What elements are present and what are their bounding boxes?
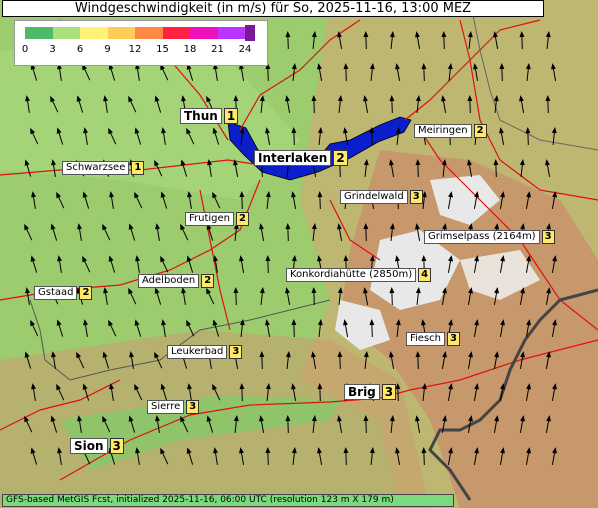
- place-name: Konkordiahütte (2850m): [286, 268, 417, 282]
- place-label: Sion 3: [70, 438, 124, 454]
- place-name: Adelboden: [138, 274, 200, 288]
- place-wind-value: 3: [381, 384, 397, 400]
- place-name: Leukerbad: [167, 345, 228, 359]
- place-name: Fiesch: [406, 332, 446, 346]
- legend-color-segment: [52, 27, 80, 39]
- terrain: [0, 0, 598, 508]
- place-name: Sierre: [147, 400, 185, 414]
- legend-color-segment: [190, 27, 218, 39]
- legend-tick-label: 15: [156, 44, 169, 55]
- legend-tick-label: 21: [211, 44, 224, 55]
- legend-tick-label: 3: [49, 44, 56, 55]
- place-wind-value: 2: [201, 274, 215, 288]
- legend-color-segment: [135, 27, 163, 39]
- legend-color-segment: [107, 27, 135, 39]
- place-name: Schwarzsee: [62, 161, 130, 175]
- place-label: Adelboden 2: [138, 274, 215, 288]
- place-name: Grimselpass (2164m): [424, 230, 540, 244]
- place-wind-value: 2: [473, 124, 487, 138]
- place-label: Interlaken 2: [254, 150, 348, 166]
- legend-color-segment: [25, 27, 53, 39]
- place-wind-value: 1: [223, 108, 239, 124]
- place-name: Thun: [180, 108, 222, 124]
- place-name: Interlaken: [254, 150, 332, 166]
- legend-tick-label: 12: [128, 44, 142, 55]
- legend-tick-label: 6: [76, 44, 84, 55]
- wind-map[interactable]: [0, 0, 598, 508]
- place-label: Konkordiahütte (2850m) 4: [286, 268, 432, 282]
- place-label: Frutigen 2: [185, 212, 249, 226]
- place-label: Meiringen 2: [414, 124, 487, 138]
- place-label: Fiesch 3: [406, 332, 460, 346]
- place-name: Gstaad: [34, 286, 78, 300]
- place-wind-value: 2: [236, 212, 249, 226]
- place-label: Schwarzsee 1: [62, 161, 145, 175]
- place-label: Brig 3: [344, 384, 397, 400]
- place-name: Sion: [70, 438, 108, 454]
- place-label: Gstaad 2: [34, 286, 93, 300]
- legend-tick-label: 9: [104, 44, 111, 55]
- place-wind-value: 3: [447, 332, 460, 346]
- place-name: Meiringen: [414, 124, 472, 138]
- legend-color-segment: [217, 27, 245, 39]
- legend-tick-label: 18: [183, 44, 197, 55]
- wind-speed-legend: 0 3 6 9 12 15 18 21 24: [14, 20, 268, 66]
- place-wind-value: 2: [333, 150, 348, 166]
- legend-tick-label: 24: [238, 44, 252, 55]
- legend-color-segment: [80, 27, 108, 39]
- place-wind-value: 3: [109, 438, 124, 454]
- legend-color-bar: [25, 25, 255, 41]
- map-title: Windgeschwindigkeit (in m/s) für So, 202…: [2, 0, 544, 17]
- place-wind-value: 3: [186, 400, 200, 414]
- legend-max-cap: [245, 25, 255, 41]
- place-label: Leukerbad 3: [167, 345, 243, 359]
- place-wind-value: 3: [541, 230, 555, 244]
- place-name: Brig: [344, 384, 380, 400]
- place-wind-value: 2: [79, 286, 93, 300]
- place-name: Grindelwald: [340, 190, 408, 204]
- forecast-footer: GFS-based MetGIS Fcst, initialized 2025-…: [2, 494, 454, 507]
- place-label: Thun 1: [180, 108, 239, 124]
- place-label: Grimselpass (2164m) 3: [424, 230, 555, 244]
- place-wind-value: 1: [131, 161, 145, 175]
- place-label: Sierre 3: [147, 400, 200, 414]
- place-wind-value: 3: [409, 190, 423, 204]
- place-name: Frutigen: [185, 212, 235, 226]
- legend-color-segment: [162, 27, 190, 39]
- legend-tick-label: 0: [21, 44, 29, 55]
- place-wind-value: 4: [418, 268, 432, 282]
- place-label: Grindelwald 3: [340, 190, 423, 204]
- place-wind-value: 3: [229, 345, 243, 359]
